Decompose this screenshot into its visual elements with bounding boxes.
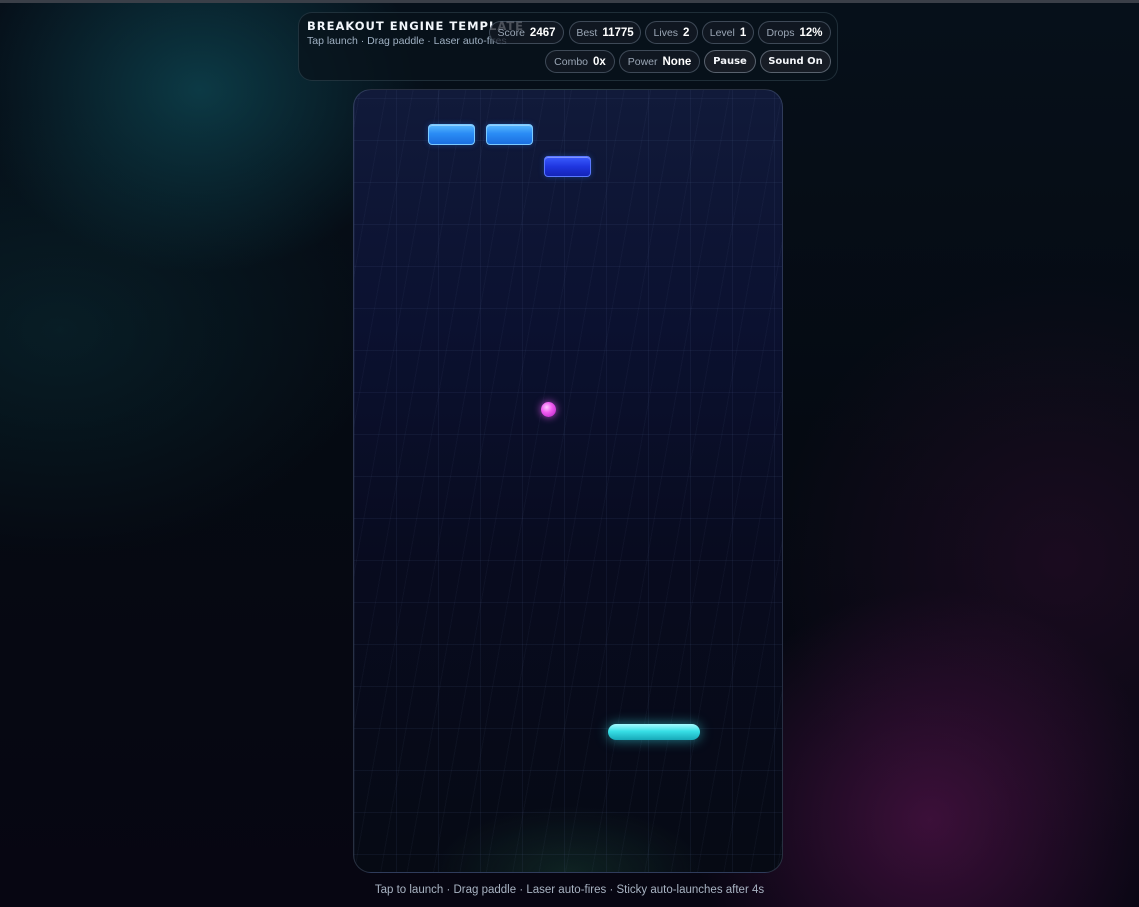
- power-label: Power: [627, 55, 658, 68]
- best-stat: Best 11775: [569, 21, 641, 44]
- background-grid: [354, 90, 782, 872]
- power-value: None: [662, 55, 692, 68]
- score-stat: Score 2467: [489, 21, 564, 44]
- combo-stat: Combo 0x: [545, 50, 615, 73]
- lives-label: Lives: [653, 26, 679, 39]
- score-label: Score: [497, 26, 525, 39]
- brick: [428, 124, 475, 145]
- controls-hint: Tap to launch · Drag paddle · Laser auto…: [374, 884, 765, 896]
- level-stat: Level 1: [702, 21, 754, 44]
- paddle[interactable]: [608, 724, 700, 740]
- brick: [486, 124, 533, 145]
- best-label: Best: [576, 26, 598, 39]
- window-top-border: [0, 0, 1139, 3]
- power-stat: Power None: [619, 50, 700, 73]
- best-value: 11775: [602, 26, 634, 39]
- drops-label: Drops: [766, 26, 795, 39]
- game-playfield[interactable]: [353, 89, 783, 873]
- combo-label: Combo: [554, 55, 589, 68]
- drops-stat: Drops 12%: [758, 21, 831, 44]
- brick: [544, 156, 591, 177]
- game-subtitle: Tap launch · Drag paddle · Laser auto-fi…: [307, 35, 507, 47]
- lives-value: 2: [683, 26, 690, 39]
- drops-value: 12%: [799, 26, 823, 39]
- ball: [541, 402, 556, 417]
- level-value: 1: [739, 26, 747, 39]
- hud-panel: BREAKOUT ENGINE TEMPLATE Tap launch · Dr…: [298, 12, 838, 81]
- score-value: 2467: [529, 26, 556, 39]
- pause-button[interactable]: Pause: [704, 50, 756, 73]
- lives-stat: Lives 2: [645, 21, 698, 44]
- sound-toggle-button[interactable]: Sound On: [760, 50, 831, 73]
- combo-value: 0x: [593, 55, 606, 68]
- level-label: Level: [709, 26, 735, 39]
